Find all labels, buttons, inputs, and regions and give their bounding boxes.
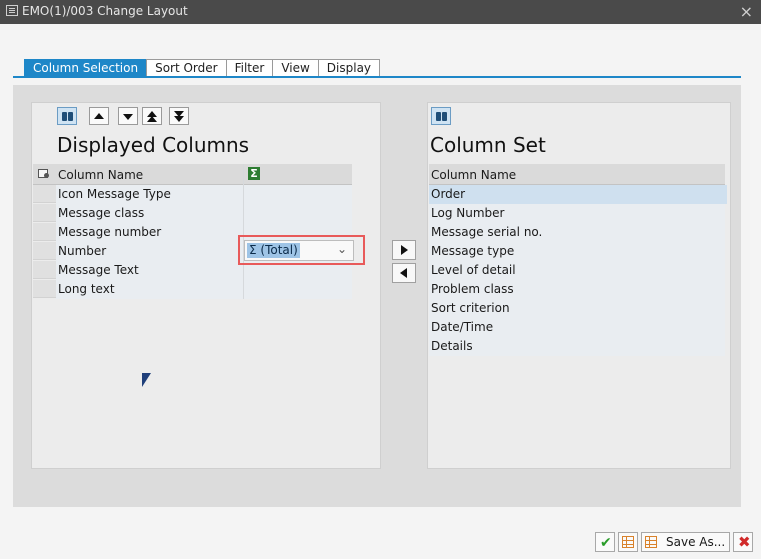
table-row-selected[interactable]: Order bbox=[429, 185, 727, 204]
row-selector[interactable] bbox=[33, 261, 56, 279]
table-row[interactable]: Icon Message Type bbox=[32, 185, 352, 204]
cell-column-name: Message class bbox=[58, 206, 145, 220]
row-selector[interactable] bbox=[33, 280, 56, 298]
table-icon bbox=[622, 536, 634, 548]
arrow-down-icon bbox=[123, 114, 133, 120]
tab-strip: Column Selection Sort Order Filter View … bbox=[24, 59, 381, 77]
table-row[interactable]: Log Number bbox=[429, 204, 727, 223]
save-layout-icon bbox=[645, 536, 657, 548]
displayed-columns-header: Column Name Σ bbox=[33, 164, 352, 185]
move-to-bottom-button[interactable] bbox=[169, 107, 189, 125]
cell-column-name: Message serial no. bbox=[431, 225, 543, 239]
cell-column-name: Number bbox=[58, 244, 107, 258]
tab-column-selection[interactable]: Column Selection bbox=[24, 59, 148, 76]
table-row[interactable]: Level of detail bbox=[429, 261, 727, 280]
tab-view[interactable]: View bbox=[272, 59, 319, 76]
cell-column-name: Log Number bbox=[431, 206, 505, 220]
tab-filter[interactable]: Filter bbox=[225, 59, 274, 76]
cell-column-name: Long text bbox=[58, 282, 115, 296]
close-icon[interactable]: × bbox=[740, 2, 753, 21]
displayed-columns-panel: Displayed Columns Column Name Σ Icon Mes… bbox=[31, 102, 381, 469]
binoculars-icon-right bbox=[68, 112, 73, 121]
mouse-cursor-icon bbox=[142, 373, 151, 387]
tab-sort-order[interactable]: Sort Order bbox=[146, 59, 227, 76]
column-set-title: Column Set bbox=[430, 133, 546, 157]
displayed-columns-title: Displayed Columns bbox=[57, 133, 250, 157]
cell-column-name: Icon Message Type bbox=[58, 187, 171, 201]
binoculars-icon bbox=[62, 112, 67, 121]
arrow-left-icon bbox=[400, 268, 407, 278]
cell-column-name: Date/Time bbox=[431, 320, 494, 334]
window-titlebar: EMO(1)/003 Change Layout × bbox=[0, 0, 761, 24]
cell-column-name: Details bbox=[431, 339, 473, 353]
binoculars-icon bbox=[436, 112, 441, 121]
show-column-button[interactable] bbox=[392, 263, 416, 283]
column-set-header: Column Name bbox=[429, 164, 725, 185]
save-as-button[interactable]: Save As... bbox=[641, 532, 730, 552]
table-row[interactable]: Message class bbox=[32, 204, 352, 223]
binoculars-icon-right bbox=[442, 112, 447, 121]
cell-column-name: Sort criterion bbox=[431, 301, 510, 315]
row-selector[interactable] bbox=[33, 204, 56, 222]
confirm-button[interactable]: ✔ bbox=[595, 532, 615, 552]
column-name-header: Column Name bbox=[58, 168, 144, 182]
window-title: EMO(1)/003 Change Layout bbox=[22, 4, 188, 18]
tab-underline bbox=[13, 76, 741, 78]
cell-column-name: Level of detail bbox=[431, 263, 516, 277]
layout-icon bbox=[6, 5, 18, 16]
move-down-button[interactable] bbox=[118, 107, 138, 125]
cancel-button[interactable]: ✖ bbox=[733, 532, 753, 552]
table-row[interactable]: Sort criterion bbox=[429, 299, 727, 318]
row-selector[interactable] bbox=[33, 185, 56, 203]
cell-column-name: Message type bbox=[431, 244, 515, 258]
find-button[interactable] bbox=[57, 107, 77, 125]
table-row[interactable]: Long text bbox=[32, 280, 352, 299]
sigma-icon: Σ bbox=[248, 167, 260, 180]
cancel-x-icon: ✖ bbox=[738, 533, 751, 551]
move-up-button[interactable] bbox=[89, 107, 109, 125]
column-set-panel: Column Set Column Name Order Log Number … bbox=[427, 102, 731, 469]
row-selector[interactable] bbox=[33, 223, 56, 241]
arrow-up-icon bbox=[94, 113, 104, 119]
hide-column-button[interactable] bbox=[392, 240, 416, 260]
arrow-up-second bbox=[147, 116, 157, 122]
table-row[interactable]: Problem class bbox=[429, 280, 727, 299]
save-as-label: Save As... bbox=[666, 535, 726, 549]
cell-column-name: Message Text bbox=[58, 263, 139, 277]
cell-column-name: Message number bbox=[58, 225, 162, 239]
copy-button[interactable] bbox=[618, 532, 638, 552]
table-row[interactable]: Details bbox=[429, 337, 727, 356]
cell-column-name: Order bbox=[431, 187, 466, 201]
checkmark-icon: ✔ bbox=[600, 535, 612, 551]
move-to-top-button[interactable] bbox=[142, 107, 162, 125]
table-row[interactable]: Date/Time bbox=[429, 318, 727, 337]
row-selector[interactable] bbox=[33, 242, 56, 260]
tab-display[interactable]: Display bbox=[317, 59, 381, 76]
table-row[interactable]: Message type bbox=[429, 242, 727, 261]
cell-column-name: Problem class bbox=[431, 282, 514, 296]
column-name-header: Column Name bbox=[431, 168, 517, 182]
arrow-down-second bbox=[174, 116, 184, 122]
highlight-annotation bbox=[238, 235, 365, 265]
arrow-right-icon bbox=[401, 245, 408, 255]
find-button[interactable] bbox=[431, 107, 451, 125]
table-row[interactable]: Message serial no. bbox=[429, 223, 727, 242]
layout-settings-icon[interactable] bbox=[38, 169, 49, 178]
